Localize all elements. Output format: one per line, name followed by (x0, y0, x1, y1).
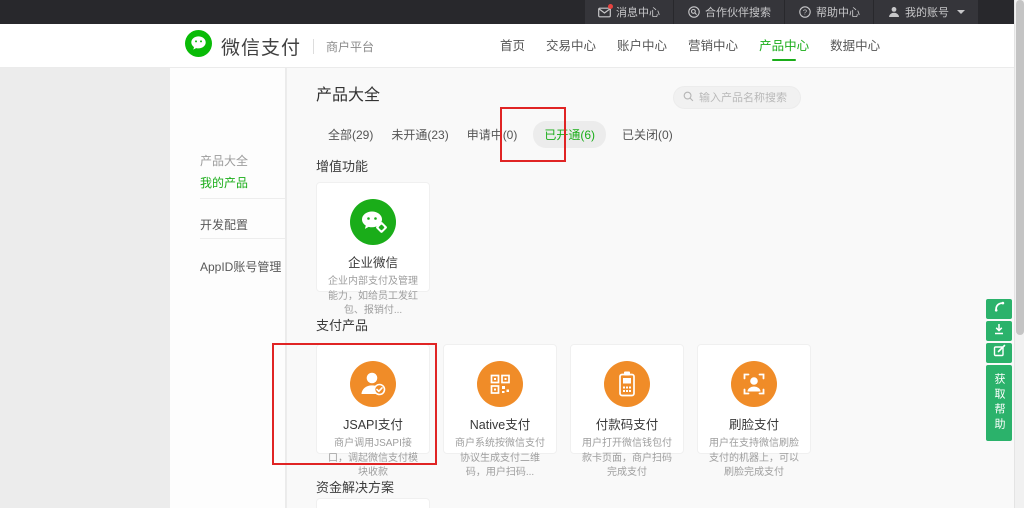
tab-activated[interactable]: 已开通(6) (533, 121, 606, 148)
circled-search-icon (687, 6, 700, 18)
nav-data-center[interactable]: 数据中心 (827, 24, 883, 68)
brand[interactable]: 微信支付 商户平台 (185, 24, 374, 68)
page-title: 产品大全 (316, 81, 380, 105)
qrcode-icon (477, 361, 523, 407)
sidebar-divider (200, 238, 285, 239)
topbar-message-center[interactable]: 消息中心 (585, 0, 673, 24)
nav-marketing-center[interactable]: 营销中心 (685, 24, 741, 68)
svg-text:?: ? (802, 8, 806, 17)
card-jsapi-pay[interactable]: JSAPI支付 商户调用JSAPI接口，调起微信支付模块收款 (316, 344, 430, 454)
edit-icon (993, 344, 1006, 362)
card-wecom[interactable]: 企业微信 企业内部支付及管理能力，如给员工发红包、报销付... (316, 182, 430, 292)
card-description: 用户在支持微信刷脸支付的机器上，可以刷脸完成支付 (698, 437, 810, 481)
pos-terminal-icon (604, 361, 650, 407)
card-micropay[interactable]: 付款码支付 用户打开微信钱包付款卡页面，商户扫码完成支付 (570, 344, 684, 454)
floating-toolbar: 获取帮助 (986, 299, 1012, 441)
contact-button[interactable] (986, 299, 1012, 319)
card-description: 用户打开微信钱包付款卡页面，商户扫码完成支付 (571, 437, 683, 481)
nav-transaction-center[interactable]: 交易中心 (543, 24, 599, 68)
download-icon (993, 322, 1005, 340)
person-check-icon (350, 361, 396, 407)
sidebar: 产品大全 我的产品 开发配置 AppID账号管理 (170, 68, 286, 508)
topbar-help-label: 帮助中心 (816, 4, 860, 20)
topbar-help-center[interactable]: ? 帮助中心 (785, 0, 873, 24)
scrollbar-thumb[interactable] (1016, 0, 1024, 335)
card-native-pay[interactable]: Native支付 商户系统按微信支付协议生成支付二维码，用户扫码... (443, 344, 557, 454)
card-description: 企业内部支付及管理能力，如给员工发红包、报销付... (317, 275, 429, 319)
card-partial[interactable] (316, 498, 430, 508)
header: 微信支付 商户平台 首页 交易中心 账户中心 营销中心 产品中心 数据中心 (0, 24, 1024, 68)
topbar-items: 消息中心 合作伙伴搜索 ? 帮助中心 我的账号 (585, 0, 978, 24)
get-help-button[interactable]: 获取帮助 (986, 365, 1012, 441)
header-nav: 首页 交易中心 账户中心 营销中心 产品中心 数据中心 (497, 24, 883, 68)
brand-name: 微信支付 (221, 33, 301, 60)
scrollbar-track[interactable] (1014, 0, 1024, 508)
topbar-partner-label: 合作伙伴搜索 (705, 4, 771, 20)
section-funds-title: 资金解决方案 (316, 477, 394, 496)
tab-closed[interactable]: 已关闭(0) (620, 121, 675, 148)
card-description: 商户系统按微信支付协议生成支付二维码，用户扫码... (444, 437, 556, 481)
tab-all[interactable]: 全部(29) (326, 121, 375, 148)
tab-applying[interactable]: 申请中(0) (465, 121, 520, 148)
chevron-down-icon (957, 10, 965, 14)
nav-home[interactable]: 首页 (497, 24, 528, 68)
main-content: 产品大全 全部(29) 未开通(23) 申请中(0) 已开通(6) 已关闭(0)… (287, 68, 1014, 508)
wechat-logo-icon (185, 30, 212, 62)
person-icon (887, 6, 900, 18)
value-added-cards: 企业微信 企业内部支付及管理能力，如给员工发红包、报销付... (316, 182, 430, 292)
sidebar-divider (200, 198, 285, 199)
sidebar-item-dev-config[interactable]: 开发配置 (200, 216, 248, 233)
topbar-message-label: 消息中心 (616, 4, 660, 20)
card-title: JSAPI支付 (317, 414, 429, 433)
download-button[interactable] (986, 321, 1012, 341)
envelope-icon (598, 6, 611, 18)
notification-dot (608, 4, 613, 9)
card-title: Native支付 (444, 414, 556, 433)
feedback-button[interactable] (986, 343, 1012, 363)
nav-account-center[interactable]: 账户中心 (614, 24, 670, 68)
status-tabs: 全部(29) 未开通(23) 申请中(0) 已开通(6) 已关闭(0) (326, 121, 675, 148)
search-input[interactable] (699, 92, 791, 104)
card-title: 刷脸支付 (698, 414, 810, 433)
wechat-pay-merchant-platform: 消息中心 合作伙伴搜索 ? 帮助中心 我的账号 (0, 0, 1024, 508)
sidebar-item-my-products[interactable]: 我的产品 (200, 174, 248, 191)
brand-divider (313, 39, 314, 54)
payment-cards: JSAPI支付 商户调用JSAPI接口，调起微信支付模块收款 Native支付 … (316, 344, 811, 454)
search-icon (683, 89, 694, 107)
card-title: 企业微信 (317, 252, 429, 271)
brand-portal-label: 商户平台 (326, 38, 374, 55)
topbar-partner-search[interactable]: 合作伙伴搜索 (674, 0, 784, 24)
product-search[interactable] (673, 86, 801, 109)
nav-product-center[interactable]: 产品中心 (756, 24, 812, 68)
topbar-account-label: 我的账号 (905, 4, 949, 20)
wecom-bubble-icon (350, 199, 396, 245)
topbar: 消息中心 合作伙伴搜索 ? 帮助中心 我的账号 (0, 0, 1024, 24)
topbar-my-account[interactable]: 我的账号 (874, 0, 978, 24)
sidebar-item-appid-mgmt[interactable]: AppID账号管理 (200, 258, 281, 275)
sidebar-group-products: 产品大全 (200, 152, 248, 169)
phone-icon (993, 300, 1006, 318)
section-payment-title: 支付产品 (316, 315, 368, 334)
card-title: 付款码支付 (571, 414, 683, 433)
card-description: 商户调用JSAPI接口，调起微信支付模块收款 (317, 437, 429, 481)
tab-not-activated[interactable]: 未开通(23) (389, 121, 450, 148)
circled-question-icon: ? (798, 6, 811, 18)
card-face-pay[interactable]: 刷脸支付 用户在支持微信刷脸支付的机器上，可以刷脸完成支付 (697, 344, 811, 454)
face-scan-icon (731, 361, 777, 407)
section-value-added-title: 增值功能 (316, 156, 368, 175)
